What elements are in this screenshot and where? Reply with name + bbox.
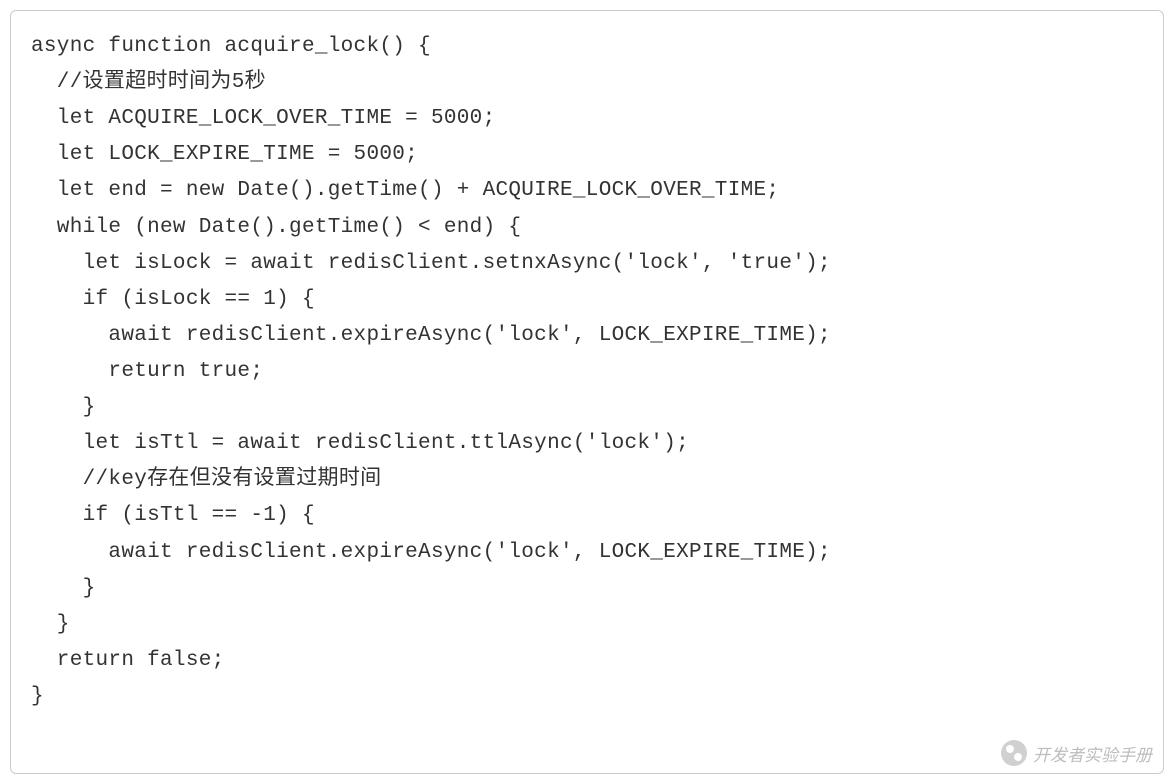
watermark: 开发者实验手册 bbox=[1001, 740, 1152, 766]
wechat-icon bbox=[1001, 740, 1027, 766]
code-block: async function acquire_lock() { //设置超时时间… bbox=[10, 10, 1164, 774]
watermark-text: 开发者实验手册 bbox=[1033, 741, 1152, 766]
code-content: async function acquire_lock() { //设置超时时间… bbox=[31, 29, 1143, 715]
